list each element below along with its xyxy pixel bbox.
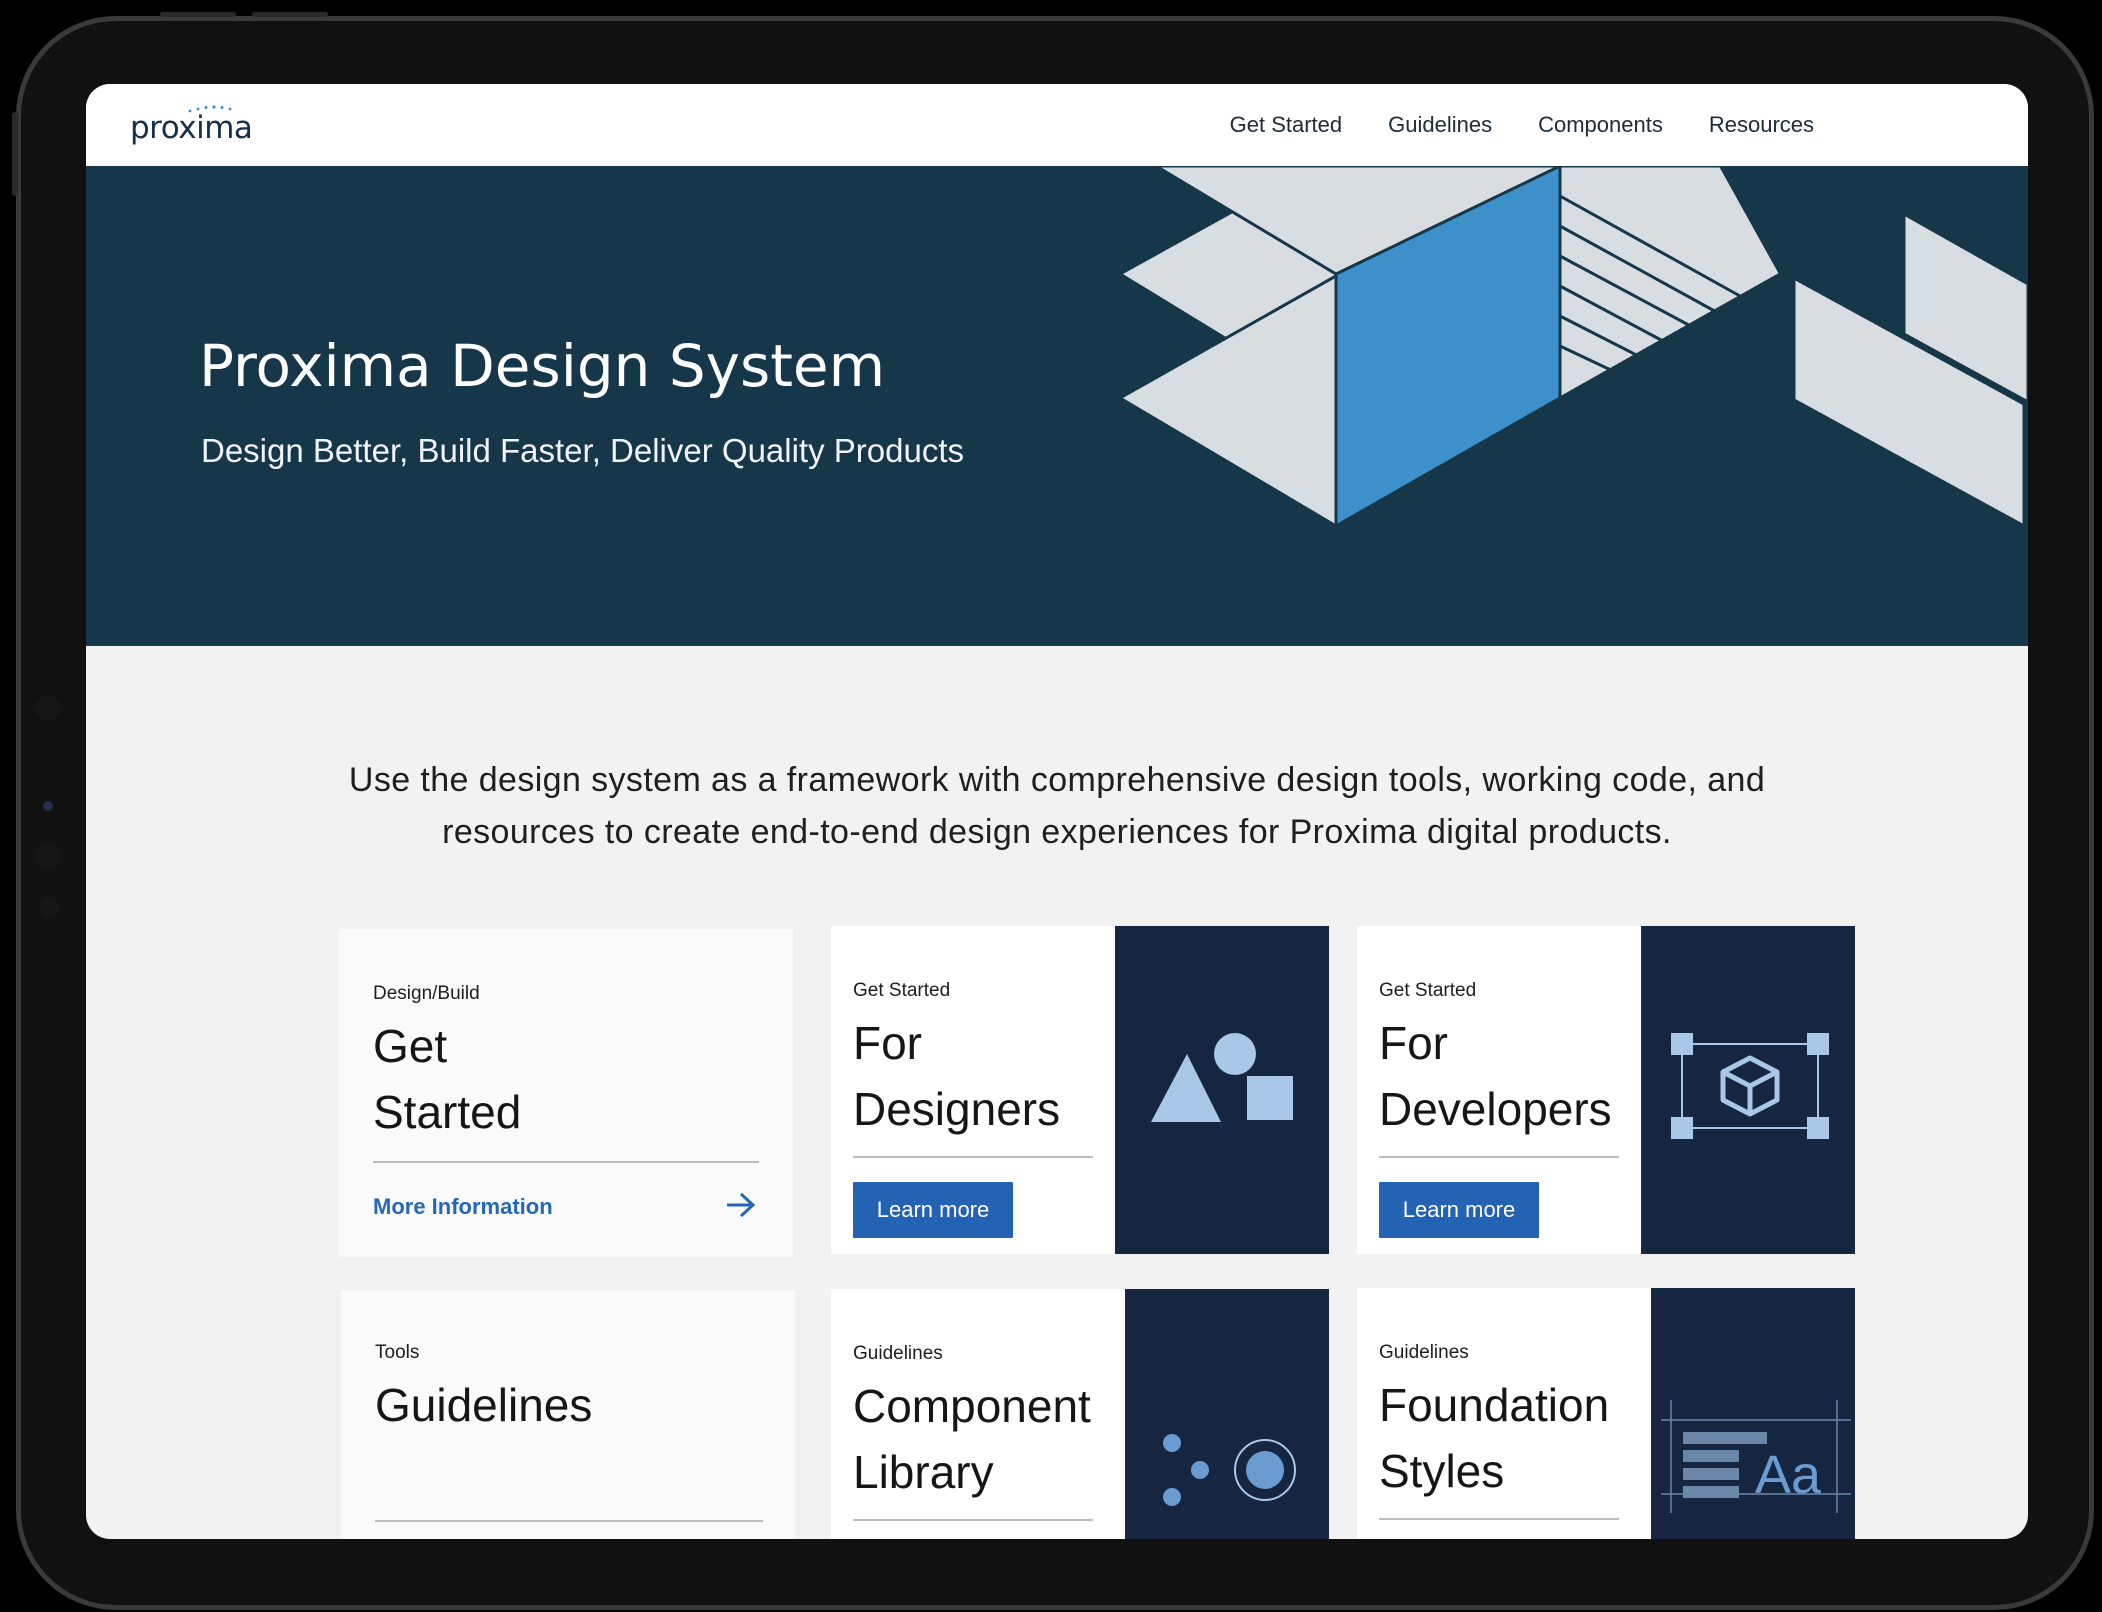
designers-illustration [1115,926,1329,1254]
intro-line-1: Use the design system as a framework wit… [348,761,1766,799]
card-divider [1379,1156,1619,1158]
typography-icon: Aa [1661,1400,1851,1513]
intro-text: Use the design system as a framework wit… [286,754,1828,858]
card-title-line: Foundation [1379,1379,1610,1431]
proxima-logo[interactable]: proxima [130,104,260,150]
sensor-dot [35,843,61,869]
card-title: Guidelines [375,1379,593,1431]
card-title-line: Designers [853,1083,1061,1135]
card-eyebrow: Guidelines [853,1343,943,1364]
card-title-line: Library [853,1446,994,1498]
side-button [12,112,18,196]
more-information-link[interactable]: More Information [373,1194,553,1220]
card-title-line: For [853,1017,922,1069]
top-button [160,12,236,17]
card-divider [853,1156,1093,1158]
card-title: Foundation Styles [1379,1372,1609,1504]
sensor-dot [39,897,59,917]
top-navigation: proxima Get Started Guidelines Component… [86,84,2028,166]
learn-more-button[interactable]: Learn more [1379,1182,1539,1238]
foundation-styles-illustration: Aa [1651,1288,1855,1539]
card-get-started[interactable]: Design/Build Get Started More Informatio… [339,929,793,1257]
card-title-line: Developers [1379,1083,1612,1135]
card-title-line: Started [373,1086,522,1138]
card-title: For Designers [853,1010,1060,1142]
card-title-line: Styles [1379,1445,1505,1497]
shapes-icon [1151,1033,1293,1122]
hero-banner: Proxima Design System Design Better, Bui… [86,166,2028,646]
intro-line-2: resources to create end-to-end design ex… [442,813,1672,851]
hero-subtitle: Design Better, Build Faster, Deliver Qua… [201,432,964,469]
card-title-line: Component [853,1380,1091,1432]
card-eyebrow: Get Started [1379,980,1477,1001]
developers-illustration [1641,926,1855,1254]
typography-sample-text: Aa [1755,1445,1822,1505]
cube-icon [1671,1033,1829,1139]
nav-link-resources[interactable]: Resources [1709,112,1814,138]
card-title-line: For [1379,1017,1448,1069]
card-divider [1379,1518,1619,1520]
card-title: Get Started [373,1013,521,1145]
card-eyebrow: Tools [375,1342,420,1363]
card-divider [375,1520,763,1522]
sensor-dot [35,695,61,721]
component-library-illustration [1125,1289,1329,1539]
arrow-right-icon[interactable] [723,1191,757,1219]
card-eyebrow: Get Started [853,980,951,1001]
app-screen: proxima Get Started Guidelines Component… [86,84,2028,1539]
card-divider [853,1519,1093,1521]
hero-title: Proxima Design System [199,332,886,400]
nav-link-get-started[interactable]: Get Started [1230,112,1343,138]
card-divider [373,1161,759,1163]
card-eyebrow: Guidelines [1379,1342,1469,1363]
card-title: For Developers [1379,1010,1612,1142]
card-foundation-styles[interactable]: Guidelines Foundation Styles Aa [1357,1288,1855,1539]
card-title-line: Get [373,1020,448,1072]
top-button [252,12,328,17]
card-title: Component Library [853,1373,1091,1505]
card-eyebrow: Design/Build [373,983,480,1004]
isometric-illustration [1120,166,2028,529]
card-for-developers[interactable]: Get Started For Developers Learn more [1357,926,1855,1254]
learn-more-button[interactable]: Learn more [853,1182,1013,1238]
card-for-designers[interactable]: Get Started For Designers Learn more [831,926,1329,1254]
card-guidelines[interactable]: Tools Guidelines [341,1290,795,1539]
camera-lens [43,801,53,811]
logo-text: proxima [130,110,253,146]
nav-link-components[interactable]: Components [1538,112,1663,138]
card-component-library[interactable]: Guidelines Component Library [831,1289,1329,1539]
nav-link-guidelines[interactable]: Guidelines [1388,112,1492,138]
nav-links: Get Started Guidelines Components Resour… [1230,84,1814,166]
dots-icon [1163,1434,1296,1506]
